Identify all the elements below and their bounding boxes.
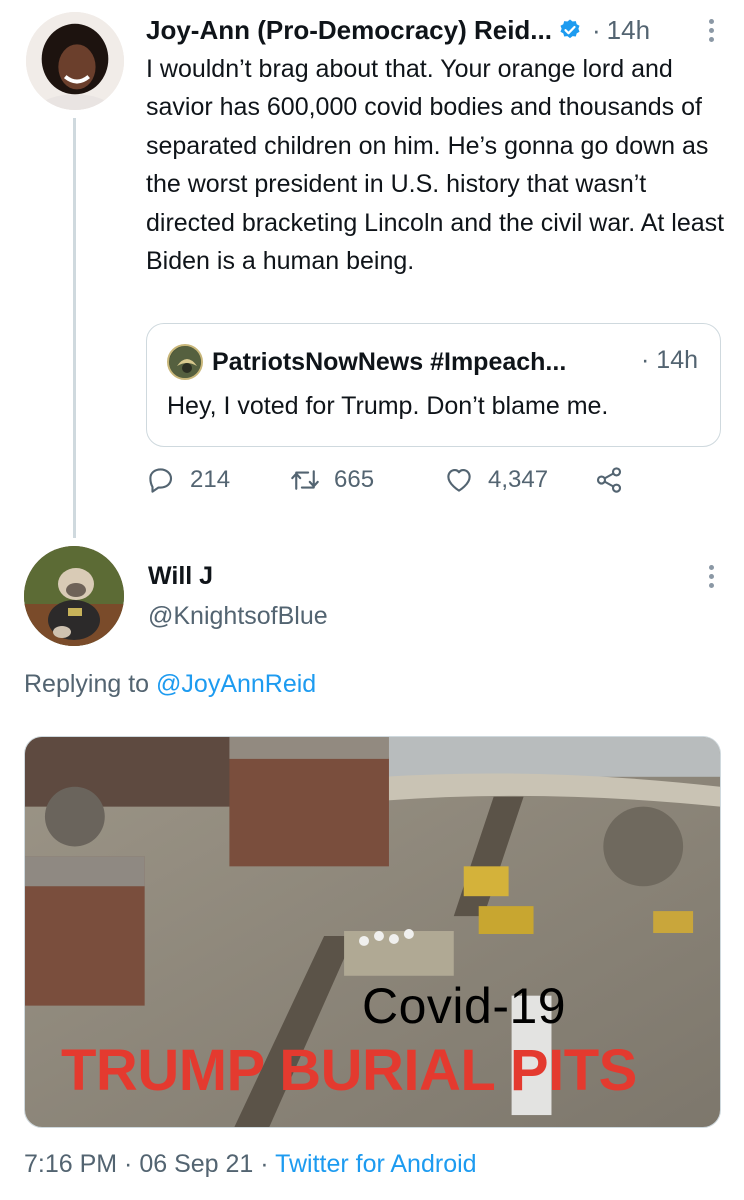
tweet-media-image[interactable]: Covid-19 TRUMP BURIAL PITS — [24, 736, 721, 1128]
eagle-emblem-icon — [169, 346, 201, 378]
heart-icon — [447, 468, 471, 492]
separator-dot: · — [591, 14, 601, 45]
tweet-source[interactable]: Twitter for Android — [275, 1150, 476, 1178]
display-name[interactable]: Will J — [148, 562, 213, 591]
avatar[interactable] — [26, 12, 124, 110]
tweet-meta: 7:16 PM · 06 Sep 21 · Twitter for Androi… — [24, 1150, 477, 1179]
retweet-count: 665 — [334, 466, 375, 493]
tweet-text: I wouldn’t brag about that. Your orange … — [146, 55, 725, 276]
share-button[interactable] — [594, 465, 638, 495]
reply-icon — [149, 468, 173, 493]
overlay-caption-covid: Covid-19 — [362, 978, 567, 1034]
retweet-button[interactable]: 665 — [290, 465, 374, 495]
user-handle[interactable]: @KnightsofBlue — [148, 602, 328, 631]
quoted-tweet[interactable]: PatriotsNowNews #Impeach... · 14h Hey, I… — [146, 323, 721, 447]
user-photo-icon — [26, 12, 124, 110]
quoted-avatar — [167, 344, 203, 380]
avatar[interactable] — [24, 546, 124, 646]
reply-count: 214 — [190, 466, 231, 493]
replying-to-line: Replying to @JoyAnnReid — [24, 670, 316, 699]
quoted-display-name: PatriotsNowNews #Impeach... — [212, 347, 567, 376]
like-button[interactable]: 4,347 — [444, 465, 548, 495]
like-count: 4,347 — [488, 466, 549, 493]
quoted-time: · 14h — [641, 346, 698, 374]
replying-prefix: Replying to — [24, 670, 157, 698]
replying-to-link[interactable]: @JoyAnnReid — [156, 670, 316, 698]
quoted-text: Hey, I voted for Trump. Don’t blame me. — [167, 392, 609, 420]
share-icon — [596, 467, 622, 493]
tweet-time[interactable]: 14h — [607, 15, 650, 46]
tweet-header: Joy-Ann (Pro-Democracy) Reid... · 14h — [146, 12, 721, 48]
retweet-icon — [291, 470, 319, 490]
thread-connector-line — [73, 118, 76, 538]
overlay-caption-burial-pits: TRUMP BURIAL PITS — [61, 1038, 637, 1103]
tweet-actions: 214 665 4,347 — [146, 465, 706, 505]
display-name[interactable]: Joy-Ann (Pro-Democracy) Reid... — [146, 15, 552, 46]
reply-button[interactable]: 214 — [146, 465, 230, 495]
verified-badge-icon — [560, 19, 580, 39]
bulldog-photo-icon — [24, 546, 124, 646]
tweet-timestamp[interactable]: 7:16 PM · 06 Sep 21 · — [24, 1150, 275, 1178]
more-options-icon[interactable] — [700, 12, 722, 48]
more-options-icon[interactable] — [700, 558, 722, 594]
